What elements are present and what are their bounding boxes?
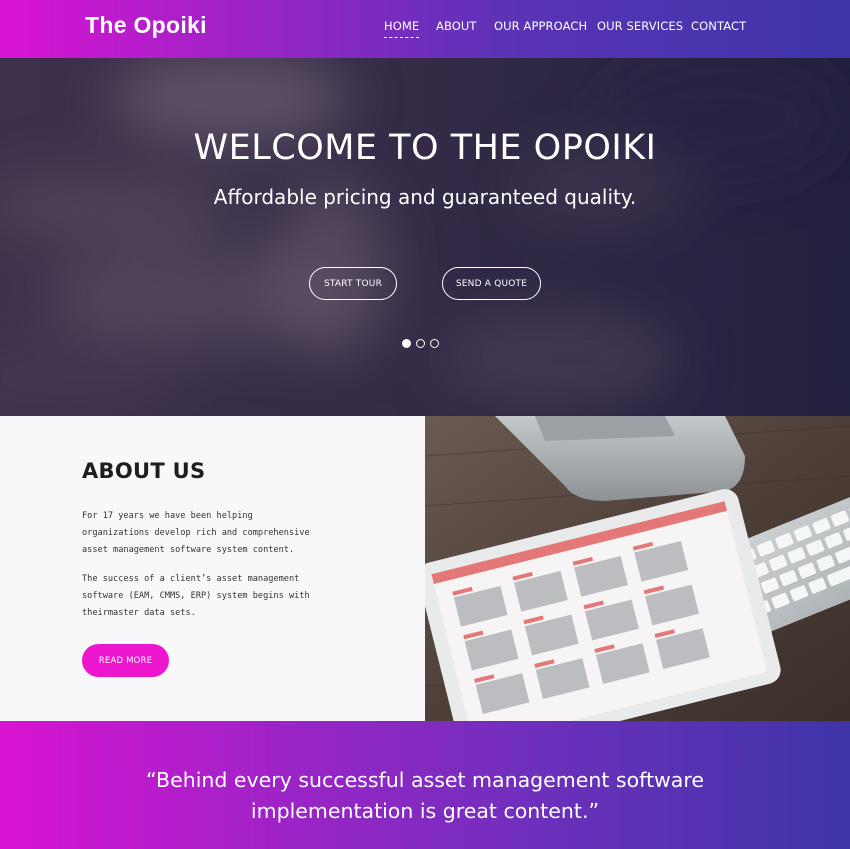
navbar: The Opoiki HOME ABOUT OUR APPROACH OUR S… bbox=[0, 0, 850, 58]
desk-photo-image bbox=[425, 416, 850, 721]
send-quote-button[interactable]: SEND A QUOTE bbox=[442, 267, 541, 300]
about-paragraph-2: The success of a client’s asset manageme… bbox=[82, 574, 310, 618]
nav-item-our-services[interactable]: OUR SERVICES bbox=[597, 19, 683, 33]
start-tour-button[interactable]: START TOUR bbox=[309, 267, 397, 300]
nav-item-our-approach[interactable]: OUR APPROACH bbox=[494, 19, 587, 33]
slider-dot-2[interactable] bbox=[416, 339, 425, 348]
about-section: ABOUT US For 17 years we have been helpi… bbox=[0, 416, 425, 721]
slider-dot-3[interactable] bbox=[430, 339, 439, 348]
desk-photo bbox=[425, 416, 850, 721]
hero-background-image bbox=[0, 58, 850, 416]
hero-slider: WELCOME TO THE OPOIKI Affordable pricing… bbox=[0, 58, 850, 416]
about-paragraph-1: For 17 years we have been helping organi… bbox=[82, 511, 310, 555]
nav-item-about[interactable]: ABOUT bbox=[436, 19, 477, 33]
about-title: ABOUT US bbox=[82, 459, 206, 483]
hero-title: WELCOME TO THE OPOIKI bbox=[193, 128, 657, 168]
nav-item-contact[interactable]: CONTACT bbox=[691, 19, 746, 33]
brand-logo[interactable]: The Opoiki bbox=[85, 12, 207, 39]
hero-subtitle: Affordable pricing and guaranteed qualit… bbox=[213, 185, 637, 209]
nav-item-home[interactable]: HOME bbox=[384, 19, 420, 38]
quote-text: “Behind every successful asset managemen… bbox=[146, 768, 704, 823]
quote-section: “Behind every successful asset managemen… bbox=[0, 721, 850, 849]
read-more-button[interactable]: READ MORE bbox=[82, 644, 169, 677]
slider-dot-1[interactable] bbox=[402, 339, 411, 348]
slider-pagination bbox=[402, 339, 439, 348]
